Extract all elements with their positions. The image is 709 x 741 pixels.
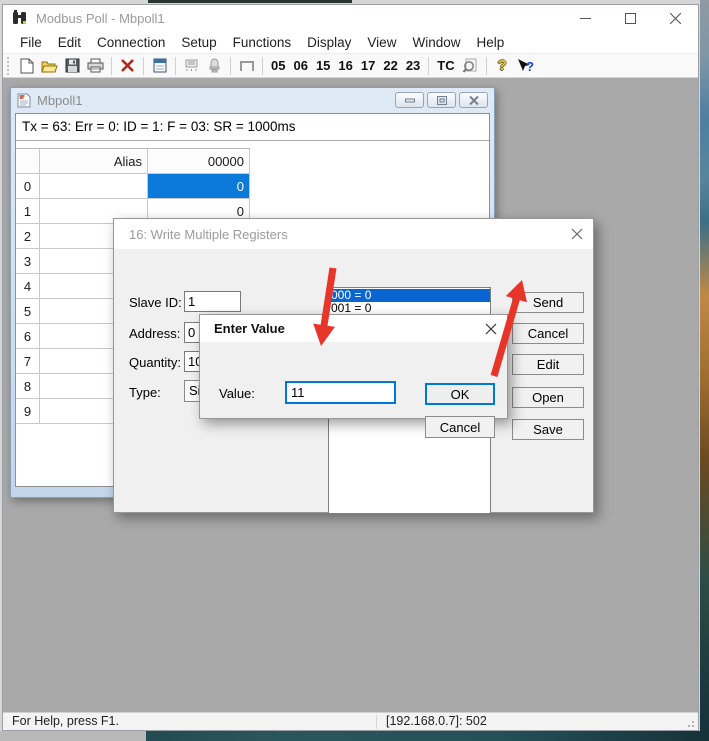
close-button[interactable]	[653, 5, 698, 31]
type-label: Type:	[129, 385, 161, 400]
maximize-button[interactable]	[608, 5, 653, 31]
function-23-button[interactable]: 23	[402, 58, 424, 73]
ok-button[interactable]: OK	[425, 383, 495, 405]
edit-button[interactable]: Edit	[512, 354, 584, 375]
slave-id-field[interactable]	[184, 291, 241, 312]
statusbar-connection-text: [192.168.0.7]: 502	[386, 714, 487, 728]
row-header: 4	[16, 274, 40, 299]
row-header: 6	[16, 324, 40, 349]
function-17-button[interactable]: 17	[357, 58, 379, 73]
context-help-icon[interactable]: ?	[514, 55, 537, 77]
desktop-fragment-top	[148, 0, 352, 3]
cancel-button[interactable]: Cancel	[512, 323, 584, 344]
enter-value-titlebar[interactable]: Enter Value	[200, 315, 507, 342]
menu-connection[interactable]: Connection	[89, 33, 173, 52]
read-write-definition-icon[interactable]	[180, 55, 203, 77]
save-icon[interactable]	[61, 55, 84, 77]
document-icon	[17, 93, 31, 108]
grid-header-alias: Alias	[40, 149, 148, 174]
resize-grip[interactable]	[685, 718, 695, 728]
function-05-button[interactable]: 05	[267, 58, 289, 73]
toolbar-separator	[230, 57, 231, 75]
write-dialog-titlebar[interactable]: 16: Write Multiple Registers	[114, 219, 593, 249]
close-icon[interactable]	[485, 323, 497, 335]
menu-file[interactable]: File	[12, 33, 50, 52]
cancel-button[interactable]: Cancel	[425, 416, 495, 438]
poll-status-line: Tx = 63: Err = 0: ID = 1: F = 03: SR = 1…	[16, 114, 489, 141]
statusbar-separator	[376, 715, 377, 729]
menu-edit[interactable]: Edit	[50, 33, 89, 52]
mbpoll1-titlebar[interactable]: Mbpoll1	[11, 88, 494, 112]
alias-cell[interactable]	[40, 174, 148, 199]
row-header: 0	[16, 174, 40, 199]
enter-value-body: Value: OK Cancel	[200, 342, 507, 420]
slave-id-label: Slave ID:	[129, 295, 182, 310]
pulse-icon[interactable]	[235, 55, 258, 77]
app-icon	[12, 10, 29, 26]
menu-display[interactable]: Display	[299, 33, 359, 52]
find-icon[interactable]	[459, 55, 482, 77]
print-icon[interactable]	[84, 55, 107, 77]
toolbar-separator	[143, 57, 144, 75]
desktop-wallpaper-strip	[700, 0, 709, 741]
value-field[interactable]	[285, 381, 396, 404]
statusbar-help-text: For Help, press F1.	[12, 714, 119, 728]
menu-view[interactable]: View	[359, 33, 404, 52]
function-16-button[interactable]: 16	[334, 58, 356, 73]
communication-log-icon[interactable]	[203, 55, 226, 77]
grid-header-rownum	[16, 149, 40, 174]
open-file-icon[interactable]	[38, 55, 61, 77]
minimize-button[interactable]	[563, 5, 608, 31]
child-close-button[interactable]	[459, 92, 488, 108]
row-header: 2	[16, 224, 40, 249]
child-window-title: Mbpoll1	[37, 93, 392, 108]
save-button[interactable]: Save	[512, 419, 584, 440]
desktop-fragment-bottom-left	[0, 731, 146, 741]
send-button[interactable]: Send	[512, 292, 584, 313]
menu-window[interactable]: Window	[404, 33, 468, 52]
test-center-button[interactable]: TC	[433, 58, 458, 73]
function-22-button[interactable]: 22	[379, 58, 401, 73]
row-header: 1	[16, 199, 40, 224]
new-file-icon[interactable]	[15, 55, 38, 77]
menu-functions[interactable]: Functions	[225, 33, 300, 52]
function-06-button[interactable]: 06	[289, 58, 311, 73]
value-label: Value:	[219, 386, 255, 401]
toolbar-separator	[428, 57, 429, 75]
value-cell-selected[interactable]: 0	[148, 174, 250, 199]
statusbar: For Help, press F1. [192.168.0.7]: 502	[3, 712, 698, 730]
function-15-button[interactable]: 15	[312, 58, 334, 73]
row-header: 5	[16, 299, 40, 324]
row-header: 8	[16, 374, 40, 399]
address-label: Address:	[129, 326, 180, 341]
quantity-label: Quantity:	[129, 355, 181, 370]
row-header: 7	[16, 349, 40, 374]
toolbar-separator	[175, 57, 176, 75]
toolbar-separator	[486, 57, 487, 75]
toolbar-separator	[262, 57, 263, 75]
grid-header-address: 00000	[148, 149, 250, 174]
menu-setup[interactable]: Setup	[173, 33, 224, 52]
screen: Modbus Poll - Mbpoll1 File Edit Connecti…	[0, 0, 709, 741]
write-dialog-title: 16: Write Multiple Registers	[129, 227, 571, 242]
disconnect-icon[interactable]	[116, 55, 139, 77]
menubar: File Edit Connection Setup Functions Dis…	[3, 31, 698, 53]
child-restore-button[interactable]	[427, 92, 456, 108]
display-setup-icon[interactable]	[148, 55, 171, 77]
app-title: Modbus Poll - Mbpoll1	[36, 11, 563, 26]
row-header: 3	[16, 249, 40, 274]
close-icon[interactable]	[571, 228, 583, 240]
menu-help[interactable]: Help	[468, 33, 512, 52]
app-titlebar[interactable]: Modbus Poll - Mbpoll1	[3, 5, 698, 31]
open-button[interactable]: Open	[512, 387, 584, 408]
toolbar-separator	[111, 57, 112, 75]
enter-value-title: Enter Value	[214, 321, 485, 336]
svg-text:?: ?	[526, 59, 534, 74]
row-header: 9	[16, 399, 40, 424]
toolbar-grip[interactable]	[7, 57, 12, 75]
about-icon[interactable]: ?	[491, 55, 514, 77]
toolbar: 05 06 15 16 17 22 23 TC ? ?	[3, 53, 698, 78]
child-minimize-button[interactable]	[395, 92, 424, 108]
enter-value-dialog: Enter Value Value: OK Cancel	[199, 314, 508, 419]
